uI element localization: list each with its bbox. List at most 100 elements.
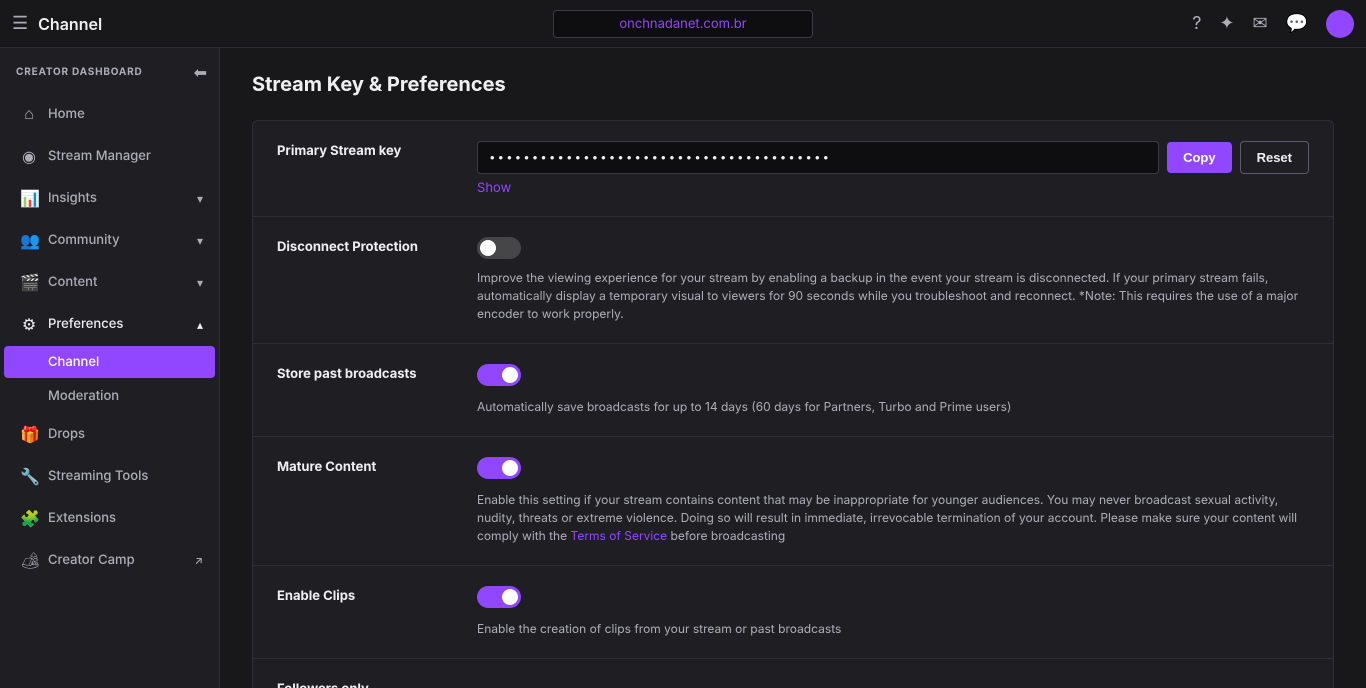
page-title: Stream Key & Preferences xyxy=(252,72,1334,96)
primary-stream-key-control: Copy Reset Show xyxy=(477,141,1309,196)
content-area: Stream Key & Preferences Primary Stream … xyxy=(220,48,1366,688)
disconnect-protection-label: Disconnect Protection xyxy=(277,237,477,255)
mature-content-label: Mature Content xyxy=(277,457,477,475)
enable-clips-row: Enable Clips Enable the creation of clip… xyxy=(253,566,1333,659)
sidebar-subitem-channel[interactable]: Channel xyxy=(4,346,215,378)
topbar: ☰ Channel onchnadanet.com.br ? ✦ ✉ 💬 xyxy=(0,0,1366,48)
content-chevron: ▾ xyxy=(197,275,203,290)
creator-camp-icon: 🏕 xyxy=(20,550,38,570)
sidebar-subitem-moderation[interactable]: Moderation xyxy=(4,380,215,412)
sidebar-item-preferences[interactable]: ⚙ Preferences ▴ xyxy=(4,304,215,344)
primary-stream-key-row: Primary Stream key Copy Reset Show xyxy=(253,121,1333,217)
sidebar: Creator Dashboard ⬅ ⌂ Home ◉ Stream Mana… xyxy=(0,48,220,688)
store-past-broadcasts-thumb xyxy=(502,367,518,383)
sidebar-item-creator-camp-label: Creator Camp xyxy=(48,552,135,568)
sidebar-item-community[interactable]: 👥 Community ▾ xyxy=(4,220,215,260)
followers-only-row: Followers only xyxy=(253,659,1333,688)
community-chevron: ▾ xyxy=(197,233,203,248)
mature-content-thumb xyxy=(502,460,518,476)
sidebar-item-drops[interactable]: 🎁 Drops xyxy=(4,414,215,454)
enable-clips-toggle[interactable] xyxy=(477,586,521,608)
help-icon[interactable]: ? xyxy=(1192,13,1201,34)
sidebar-item-stream-manager[interactable]: ◉ Stream Manager xyxy=(4,136,215,176)
sidebar-item-preferences-label: Preferences xyxy=(48,316,123,332)
url-bar[interactable]: onchnadanet.com.br xyxy=(553,10,813,38)
star-icon[interactable]: ✦ xyxy=(1219,13,1234,34)
sidebar-item-content[interactable]: 🎬 Content ▾ xyxy=(4,262,215,302)
drops-icon: 🎁 xyxy=(20,424,38,444)
extensions-icon: 🧩 xyxy=(20,508,38,528)
tos-link[interactable]: Terms of Service xyxy=(571,528,668,543)
sidebar-subitem-moderation-label: Moderation xyxy=(48,388,119,404)
sidebar-collapse-icon[interactable]: ⬅ xyxy=(194,62,207,82)
mature-content-control: Enable this setting if your stream conta… xyxy=(477,457,1309,545)
topbar-title: Channel xyxy=(38,14,102,34)
sidebar-item-content-label: Content xyxy=(48,274,97,290)
store-past-broadcasts-row: Store past broadcasts Automatically save… xyxy=(253,344,1333,437)
show-link[interactable]: Show xyxy=(477,180,511,196)
topbar-right: ? ✦ ✉ 💬 xyxy=(1192,10,1354,38)
disconnect-protection-description: Improve the viewing experience for your … xyxy=(477,269,1309,323)
stream-key-input-row: Copy Reset xyxy=(477,141,1309,174)
insights-chevron: ▾ xyxy=(197,191,203,206)
external-link-icon: ↗ xyxy=(194,553,203,567)
sidebar-item-extensions[interactable]: 🧩 Extensions xyxy=(4,498,215,538)
mature-content-desc-after: before broadcasting xyxy=(667,528,785,543)
store-past-broadcasts-description: Automatically save broadcasts for up to … xyxy=(477,398,1309,416)
preferences-chevron: ▴ xyxy=(197,317,203,332)
main-layout: Creator Dashboard ⬅ ⌂ Home ◉ Stream Mana… xyxy=(0,48,1366,688)
mature-content-track xyxy=(477,457,521,479)
sidebar-item-creator-camp[interactable]: 🏕 Creator Camp ↗ xyxy=(4,540,215,580)
reset-button[interactable]: Reset xyxy=(1240,141,1309,174)
enable-clips-label: Enable Clips xyxy=(277,586,477,604)
sidebar-item-stream-manager-label: Stream Manager xyxy=(48,148,151,164)
insights-icon: 📊 xyxy=(20,188,38,208)
sidebar-item-home[interactable]: ⌂ Home xyxy=(4,93,215,134)
streaming-tools-icon: 🔧 xyxy=(20,466,38,486)
sidebar-item-extensions-label: Extensions xyxy=(48,510,116,526)
community-icon: 👥 xyxy=(20,230,38,250)
topbar-center: onchnadanet.com.br xyxy=(553,10,813,38)
sidebar-subitem-channel-label: Channel xyxy=(48,354,99,370)
sidebar-item-drops-label: Drops xyxy=(48,426,85,442)
chat-icon[interactable]: 💬 xyxy=(1286,13,1308,34)
sidebar-item-insights-label: Insights xyxy=(48,190,97,206)
store-past-broadcasts-track xyxy=(477,364,521,386)
menu-icon[interactable]: ☰ xyxy=(12,15,28,33)
followers-only-label: Followers only xyxy=(277,679,477,688)
mature-content-description: Enable this setting if your stream conta… xyxy=(477,491,1309,545)
primary-stream-key-label: Primary Stream key xyxy=(277,141,477,159)
content-icon: 🎬 xyxy=(20,272,38,292)
mature-content-row: Mature Content Enable this setting if yo… xyxy=(253,437,1333,566)
sidebar-item-streaming-tools[interactable]: 🔧 Streaming Tools xyxy=(4,456,215,496)
sidebar-header: Creator Dashboard ⬅ xyxy=(0,48,219,92)
copy-button[interactable]: Copy xyxy=(1167,142,1232,173)
settings-card: Primary Stream key Copy Reset Show Disco… xyxy=(252,120,1334,688)
sidebar-item-streaming-tools-label: Streaming Tools xyxy=(48,468,148,484)
stream-key-input[interactable] xyxy=(477,141,1159,174)
enable-clips-thumb xyxy=(502,589,518,605)
sidebar-header-label: Creator Dashboard xyxy=(16,66,143,78)
disconnect-protection-track xyxy=(477,237,521,259)
mail-icon[interactable]: ✉ xyxy=(1252,13,1267,34)
disconnect-protection-toggle-group xyxy=(477,237,1309,259)
topbar-left: ☰ Channel xyxy=(12,14,102,34)
enable-clips-description: Enable the creation of clips from your s… xyxy=(477,620,1309,638)
sidebar-item-community-label: Community xyxy=(48,232,120,248)
sidebar-item-insights[interactable]: 📊 Insights ▾ xyxy=(4,178,215,218)
sidebar-item-home-label: Home xyxy=(48,106,85,122)
disconnect-protection-thumb xyxy=(480,240,496,256)
disconnect-protection-toggle[interactable] xyxy=(477,237,521,259)
disconnect-protection-control: Improve the viewing experience for your … xyxy=(477,237,1309,323)
mature-content-toggle[interactable] xyxy=(477,457,521,479)
avatar[interactable] xyxy=(1326,10,1354,38)
stream-manager-icon: ◉ xyxy=(20,146,38,166)
preferences-icon: ⚙ xyxy=(20,314,38,334)
enable-clips-track xyxy=(477,586,521,608)
store-past-broadcasts-label: Store past broadcasts xyxy=(277,364,477,382)
enable-clips-control: Enable the creation of clips from your s… xyxy=(477,586,1309,638)
home-icon: ⌂ xyxy=(20,103,38,124)
store-past-broadcasts-control: Automatically save broadcasts for up to … xyxy=(477,364,1309,416)
disconnect-protection-row: Disconnect Protection Improve the viewin… xyxy=(253,217,1333,344)
store-past-broadcasts-toggle[interactable] xyxy=(477,364,521,386)
